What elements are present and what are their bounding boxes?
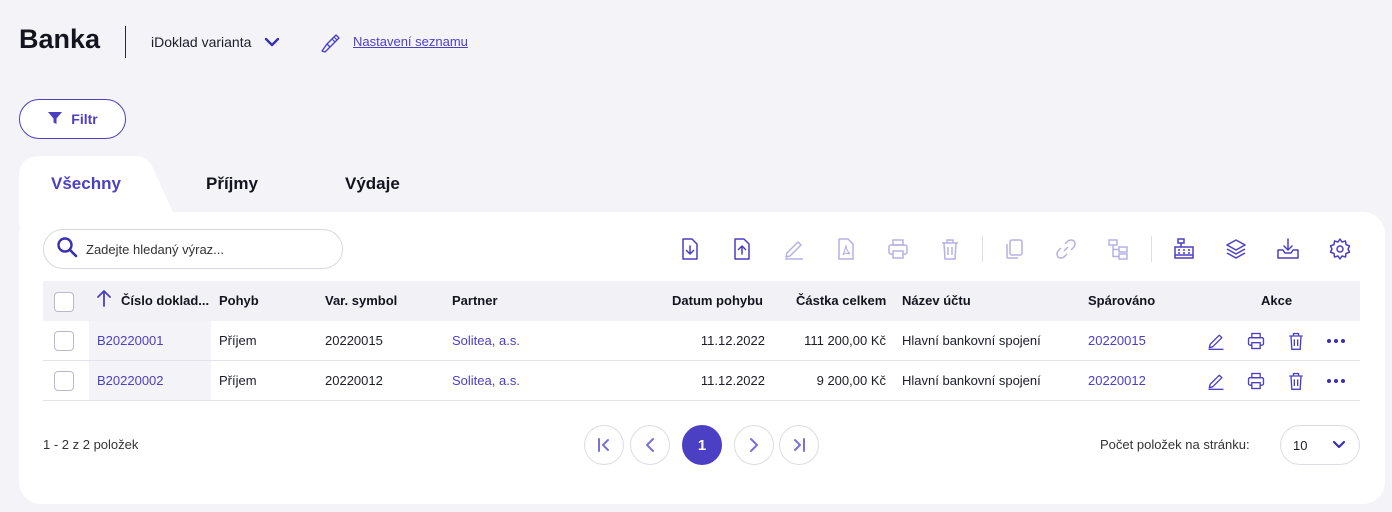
previous-page-button[interactable] [630, 425, 670, 465]
per-page-select[interactable]: 10 [1280, 425, 1360, 465]
row-print-icon[interactable] [1246, 331, 1266, 356]
movement-cell: Příjem [219, 373, 257, 388]
import-icon[interactable] [677, 236, 703, 262]
date-cell: 11.12.2022 [700, 333, 765, 348]
layers-icon[interactable] [1223, 236, 1249, 262]
delete-icon[interactable] [937, 236, 963, 262]
chevron-left-icon [646, 438, 654, 452]
column-header-number[interactable]: Číslo doklad... [121, 293, 209, 308]
print-icon[interactable] [885, 236, 911, 262]
copy-icon[interactable] [1001, 236, 1027, 262]
row-edit-icon[interactable] [1206, 331, 1226, 356]
link-icon[interactable] [1053, 236, 1079, 262]
pagination-summary: 1 - 2 z 2 položek [43, 437, 139, 452]
row-divider [43, 360, 1360, 361]
brush-icon[interactable] [319, 31, 343, 60]
movement-cell: Příjem [219, 333, 257, 348]
amount-cell: 111 200,00 Kč [804, 333, 886, 348]
row-more-icon[interactable] [1326, 331, 1346, 356]
amount-cell: 9 200,00 Kč [816, 373, 886, 388]
tab-expenses[interactable]: Výdaje [345, 174, 400, 194]
first-page-button[interactable] [584, 425, 624, 465]
column-header-account[interactable]: Název účtu [902, 293, 971, 308]
header-divider [125, 26, 126, 58]
search-icon [56, 236, 78, 263]
sort-ascending-icon[interactable] [96, 289, 112, 312]
document-number-link[interactable]: B20220002 [97, 373, 164, 388]
tab-income[interactable]: Příjmy [206, 174, 258, 194]
column-header-var-symbol[interactable]: Var. symbol [325, 293, 397, 308]
cash-register-icon[interactable] [1171, 236, 1197, 262]
first-page-icon [598, 438, 609, 452]
filter-button[interactable]: Filtr [19, 99, 126, 139]
per-page-label: Počet položek na stránku: [1100, 437, 1250, 452]
partner-link[interactable]: Solitea, a.s. [452, 333, 520, 348]
column-header-partner[interactable]: Partner [452, 293, 498, 308]
row-print-icon[interactable] [1246, 371, 1266, 396]
row-delete-icon[interactable] [1286, 331, 1306, 356]
column-header-actions: Akce [1261, 293, 1293, 308]
row-more-icon[interactable] [1326, 371, 1346, 396]
last-page-button[interactable] [779, 425, 819, 465]
variant-selector-label[interactable]: iDoklad varianta [151, 34, 251, 50]
edit-icon[interactable] [781, 236, 807, 262]
var-symbol-cell: 20220015 [325, 333, 383, 348]
per-page-value: 10 [1293, 437, 1308, 453]
chevron-down-icon[interactable] [262, 32, 282, 57]
date-cell: 11.12.2022 [700, 373, 765, 388]
toolbar-divider [982, 236, 983, 262]
chevron-down-icon [1331, 436, 1347, 455]
account-cell: Hlavní bankovní spojení [902, 373, 1041, 388]
settings-gear-icon[interactable] [1327, 236, 1353, 262]
partner-link[interactable]: Solitea, a.s. [452, 373, 520, 388]
current-page-button[interactable]: 1 [682, 425, 722, 465]
row-checkbox[interactable] [54, 331, 74, 351]
page-title: Banka [19, 24, 101, 54]
paired-link[interactable]: 20220012 [1088, 373, 1146, 388]
document-number-link[interactable]: B20220001 [97, 333, 164, 348]
search-input[interactable] [86, 241, 326, 257]
last-page-icon [794, 438, 805, 452]
search-box[interactable] [43, 229, 343, 269]
select-all-checkbox[interactable] [54, 292, 74, 312]
funnel-icon [47, 110, 63, 129]
account-cell: Hlavní bankovní spojení [902, 333, 1041, 348]
next-page-button[interactable] [734, 425, 774, 465]
filter-label: Filtr [71, 111, 98, 127]
row-edit-icon[interactable] [1206, 371, 1226, 396]
list-settings-link[interactable]: Nastavení seznamu [353, 34, 468, 49]
column-header-amount[interactable]: Částka celkem [796, 293, 886, 308]
download-icon[interactable] [1275, 236, 1301, 262]
toolbar-divider [1151, 236, 1152, 262]
var-symbol-cell: 20220012 [325, 373, 383, 388]
pdf-icon[interactable] [833, 236, 859, 262]
tab-all[interactable]: Všechny [51, 174, 121, 194]
column-header-paired[interactable]: Spárováno [1088, 293, 1155, 308]
row-delete-icon[interactable] [1286, 371, 1306, 396]
column-header-movement[interactable]: Pohyb [219, 293, 259, 308]
chevron-right-icon [750, 438, 758, 452]
row-checkbox[interactable] [54, 371, 74, 391]
paired-link[interactable]: 20220015 [1088, 333, 1146, 348]
column-header-date[interactable]: Datum pohybu [672, 293, 763, 308]
export-icon[interactable] [729, 236, 755, 262]
row-divider [43, 400, 1360, 401]
tree-icon[interactable] [1105, 236, 1131, 262]
